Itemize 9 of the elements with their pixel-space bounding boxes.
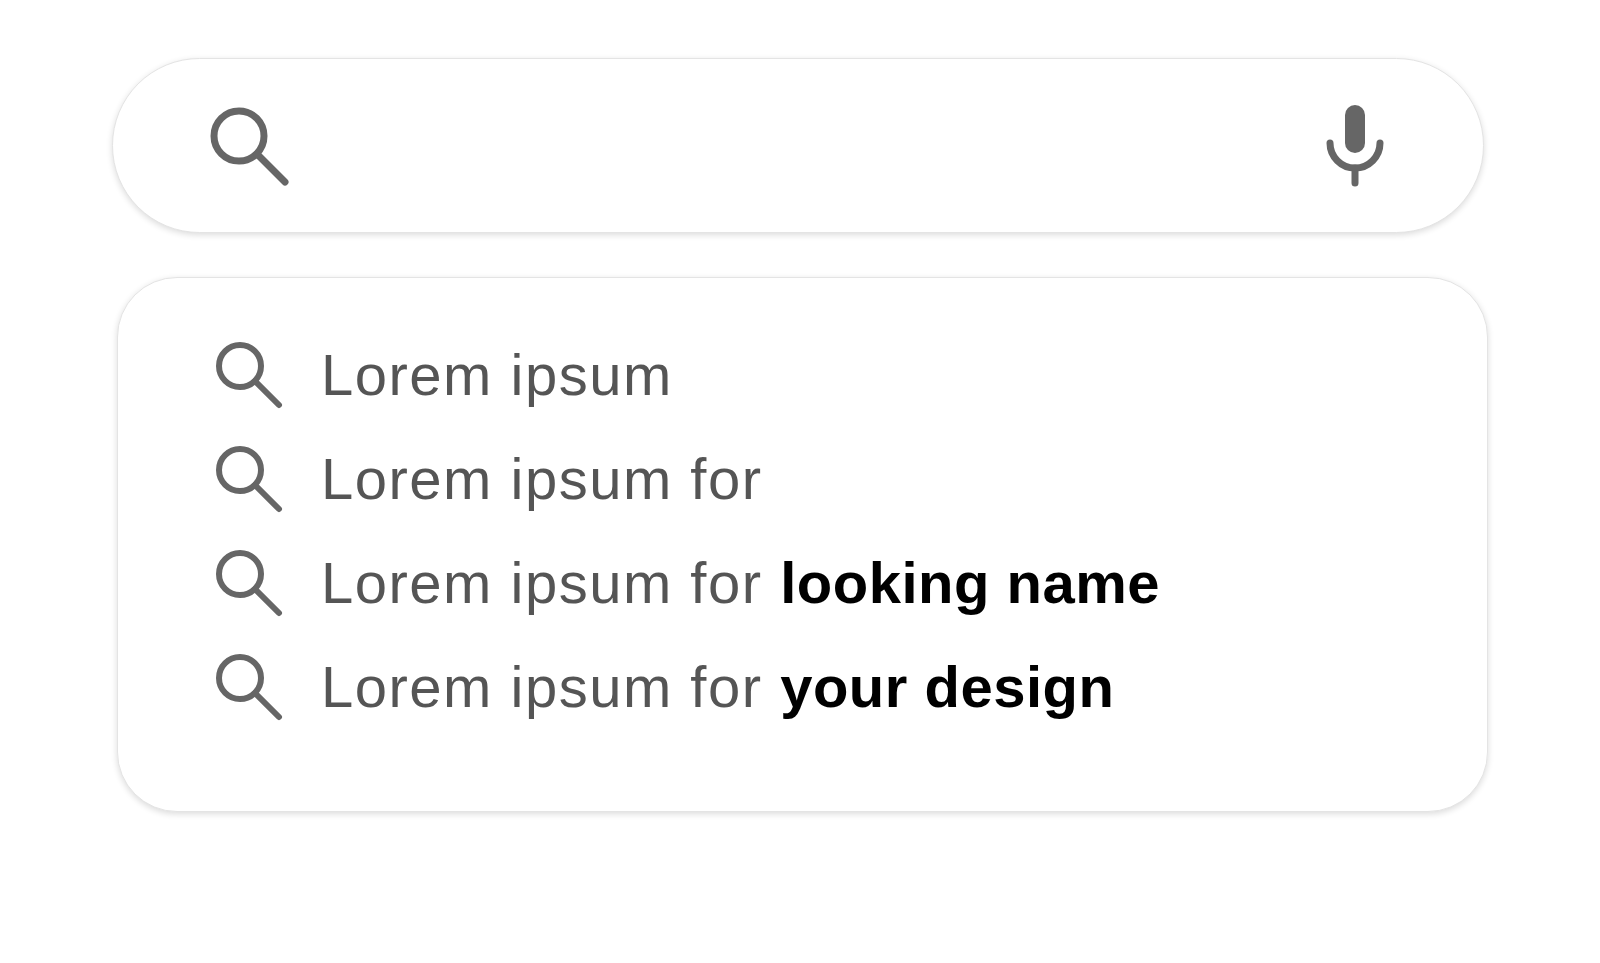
search-icon <box>213 547 283 617</box>
suggestion-item[interactable]: Lorem ipsum for <box>213 426 763 530</box>
microphone-icon[interactable] <box>1325 104 1385 187</box>
suggestion-item[interactable]: Lorem ipsum <box>213 322 673 426</box>
search-icon <box>213 339 283 409</box>
search-icon <box>213 651 283 721</box>
search-icon <box>213 443 283 513</box>
suggestion-item[interactable]: Lorem ipsum for looking name <box>213 530 1160 634</box>
suggestion-item[interactable]: Lorem ipsum for your design <box>213 634 1115 738</box>
